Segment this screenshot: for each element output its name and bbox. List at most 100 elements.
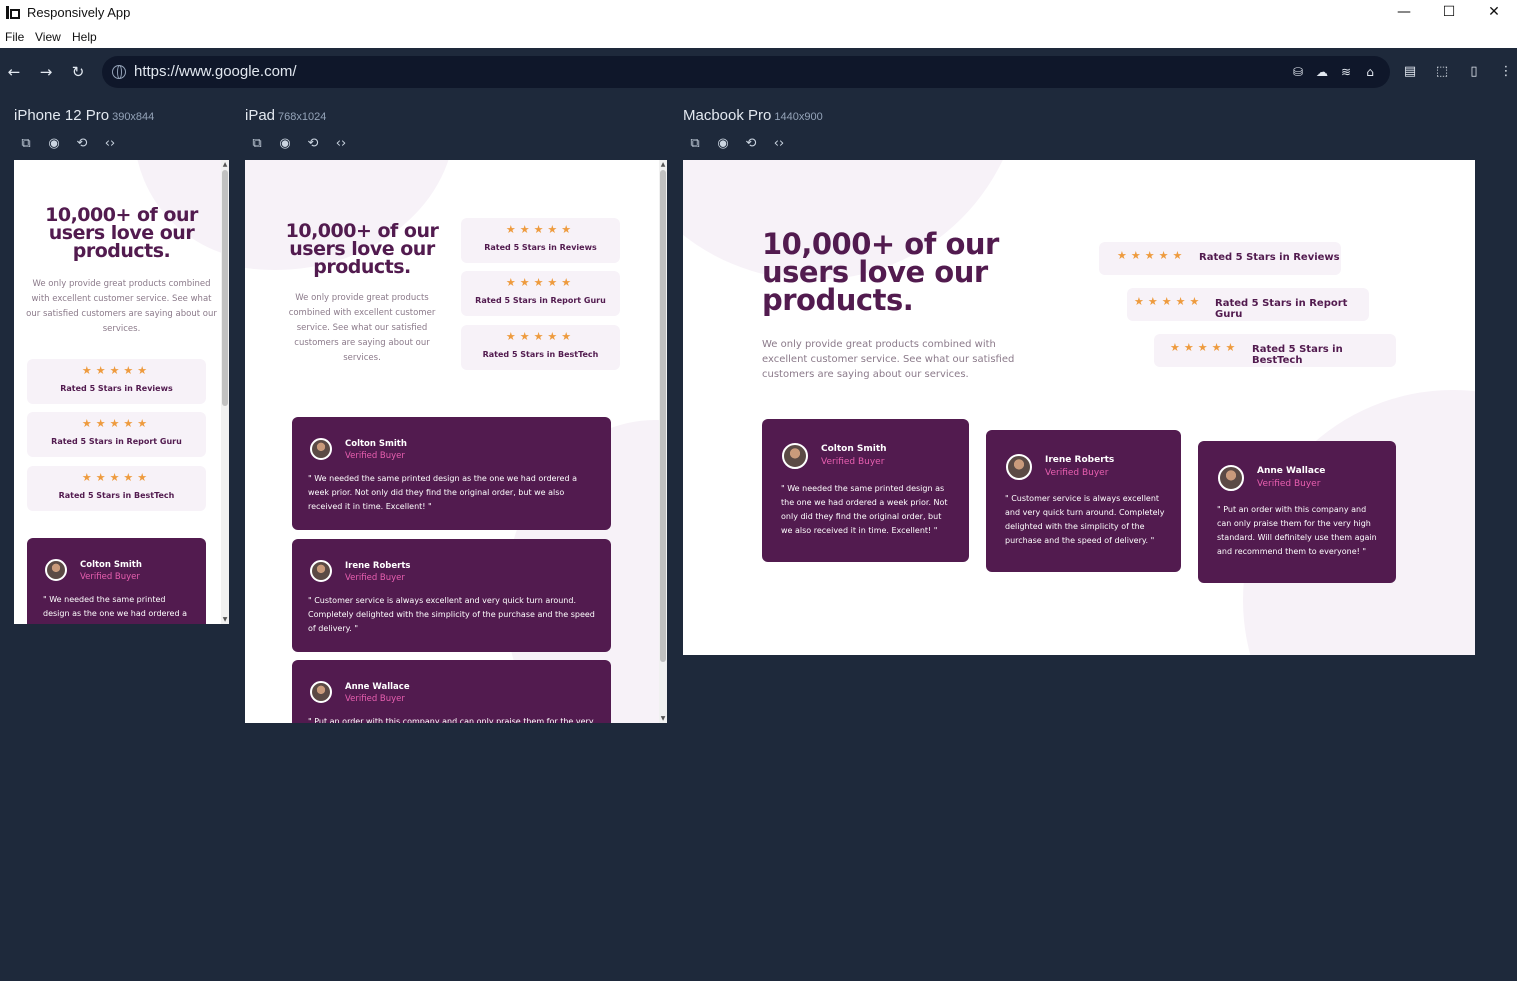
avatar [310,560,332,582]
camera-icon[interactable]: ◉ [714,135,732,153]
scrollbar[interactable]: ▲ ▼ [659,160,667,723]
scroll-down-icon[interactable]: ▼ [659,715,667,722]
device-manager-icon[interactable]: ▤ [1401,63,1419,81]
code-icon[interactable]: ‹› [332,135,350,153]
lead-text: We only provide great products combined … [26,279,217,334]
testimonial-verified: Verified Buyer [345,573,405,583]
testimonial-card: Irene Roberts Verified Buyer " Customer … [986,430,1181,572]
full-screenshot-icon[interactable]: ⧉ [17,135,35,153]
testimonial-text: " Customer service is always excellent a… [1005,494,1165,545]
app-title: Responsively App [27,5,131,20]
testimonial-text: " Customer service is always excellent a… [308,596,595,633]
clear-cache-icon[interactable]: ⛁ [1290,64,1306,80]
device-dims: 390x844 [112,111,155,123]
page-title: 10,000+ of our users love our products. [45,204,198,262]
testimonial-name: Colton Smith [80,560,142,570]
address-bar[interactable]: https://www.google.com/ ⛁ ☁ ≋ ⌂ [102,56,1390,88]
camera-icon[interactable]: ◉ [276,135,294,153]
rotate-icon[interactable]: ⟲ [73,135,91,153]
rating-label: Rated 5 Stars in Reviews [484,243,597,252]
rating-label: Rated 5 Stars in BestTech [1252,344,1343,366]
network-icon[interactable]: ≋ [1338,64,1354,80]
scrollbar[interactable]: ▲ ▼ [221,160,229,624]
scroll-up-icon[interactable]: ▲ [221,161,229,168]
scroll-up-icon[interactable]: ▲ [659,161,667,168]
stars-icon: ★★★★★ [81,417,152,430]
back-button[interactable]: ← [4,62,24,82]
code-icon[interactable]: ‹› [770,135,788,153]
testimonial-card: Colton Smith Verified Buyer " We needed … [27,538,206,624]
inspect-icon[interactable]: ⬚ [1433,63,1451,81]
testimonial-text: " Put an order with this company and can… [1217,505,1377,556]
rating-badge: ★★★★★ Rated 5 Stars in BestTech [27,466,206,511]
clear-cookies-icon[interactable]: ☁ [1314,64,1330,80]
testimonial-verified: Verified Buyer [1257,479,1321,489]
testimonial-name: Irene Roberts [345,561,411,571]
scroll-thumb[interactable] [660,170,666,662]
minimize-button[interactable]: — [1381,0,1427,26]
device-name: iPhone 12 Pro [14,107,110,124]
stars-icon: ★★★★★ [1117,249,1187,262]
rotate-icon[interactable]: ⟲ [304,135,322,153]
device-preview-macbook[interactable]: 10,000+ of our users love our products. … [683,160,1475,655]
stars-icon: ★★★★★ [505,276,576,289]
rating-badge: ★★★★★ Rated 5 Stars in Reviews [1099,242,1341,275]
rating-label: Rated 5 Stars in Reviews [60,384,173,393]
testimonial-card: Irene Roberts Verified Buyer " Customer … [292,539,611,652]
device-name: iPad [245,107,276,124]
menu-help[interactable]: Help [72,30,97,44]
rating-badge: ★★★★★ Rated 5 Stars in Report Guru [461,271,620,316]
avatar [1006,454,1032,480]
menu-file[interactable]: File [5,30,24,44]
url-text[interactable]: https://www.google.com/ [134,63,297,80]
full-screenshot-icon[interactable]: ⧉ [248,135,266,153]
menu-view[interactable]: View [35,30,61,44]
rating-badge: ★★★★★ Rated 5 Stars in BestTech [1154,334,1396,367]
rating-label: Rated 5 Stars in Reviews [1199,252,1340,263]
testimonial-card: Anne Wallace Verified Buyer " Put an ord… [292,660,611,723]
stars-icon: ★★★★★ [1170,341,1240,354]
testimonial-card: Colton Smith Verified Buyer " We needed … [762,419,969,562]
device-label-macbook: Macbook Pro 1440x900 [683,107,823,124]
close-button[interactable]: ✕ [1471,0,1517,26]
rating-label: Rated 5 Stars in Report Guru [1215,298,1348,320]
testimonial-text: " We needed the same printed design as t… [308,474,578,511]
testimonial-card: Colton Smith Verified Buyer " We needed … [292,417,611,530]
stars-icon: ★★★★★ [81,471,152,484]
device-preview-iphone[interactable]: 10,000+ of our users love our products. … [14,160,229,624]
device-preview-ipad[interactable]: 10,000+ of our users love our products. … [245,160,667,723]
testimonial-verified: Verified Buyer [345,451,405,461]
rating-label: Rated 5 Stars in BestTech [482,350,599,359]
testimonial-text: " Put an order with this company and can… [308,717,594,723]
stars-icon: ★★★★★ [505,330,576,343]
reload-button[interactable]: ↻ [68,62,88,82]
scroll-down-icon[interactable]: ▼ [221,616,229,623]
testimonial-verified: Verified Buyer [80,572,140,582]
device-label-iphone: iPhone 12 Pro 390x844 [14,107,154,124]
avatar [782,443,808,469]
maximize-button[interactable]: ☐ [1426,0,1472,26]
stars-icon: ★★★★★ [1134,295,1204,308]
rating-badge: ★★★★★ Rated 5 Stars in Reviews [461,218,620,263]
full-screenshot-icon[interactable]: ⧉ [686,135,704,153]
rating-label: Rated 5 Stars in Report Guru [475,296,606,305]
avatar [45,559,67,581]
testimonial-name: Anne Wallace [1257,466,1326,476]
menu-bar: File View Help [0,26,1517,48]
testimonial-text: " We needed the same printed design as t… [43,595,192,624]
rating-badge: ★★★★★ Rated 5 Stars in BestTech [461,325,620,370]
app-logo-icon [6,6,20,19]
lead-text: We only provide great products combined … [288,293,436,363]
code-icon[interactable]: ‹› [101,135,119,153]
bookmark-icon[interactable]: ▯ [1465,63,1483,81]
avatar [1218,465,1244,491]
rating-badge: ★★★★★ Rated 5 Stars in Reviews [27,359,206,404]
more-menu-icon[interactable]: ⋮ [1497,63,1515,81]
rotate-icon[interactable]: ⟲ [742,135,760,153]
home-icon[interactable]: ⌂ [1362,64,1378,80]
forward-button[interactable]: → [36,62,56,82]
camera-icon[interactable]: ◉ [45,135,63,153]
scroll-thumb[interactable] [222,170,228,406]
rating-badge: ★★★★★ Rated 5 Stars in Report Guru [27,412,206,457]
testimonial-text: " We needed the same printed design as t… [781,484,948,535]
